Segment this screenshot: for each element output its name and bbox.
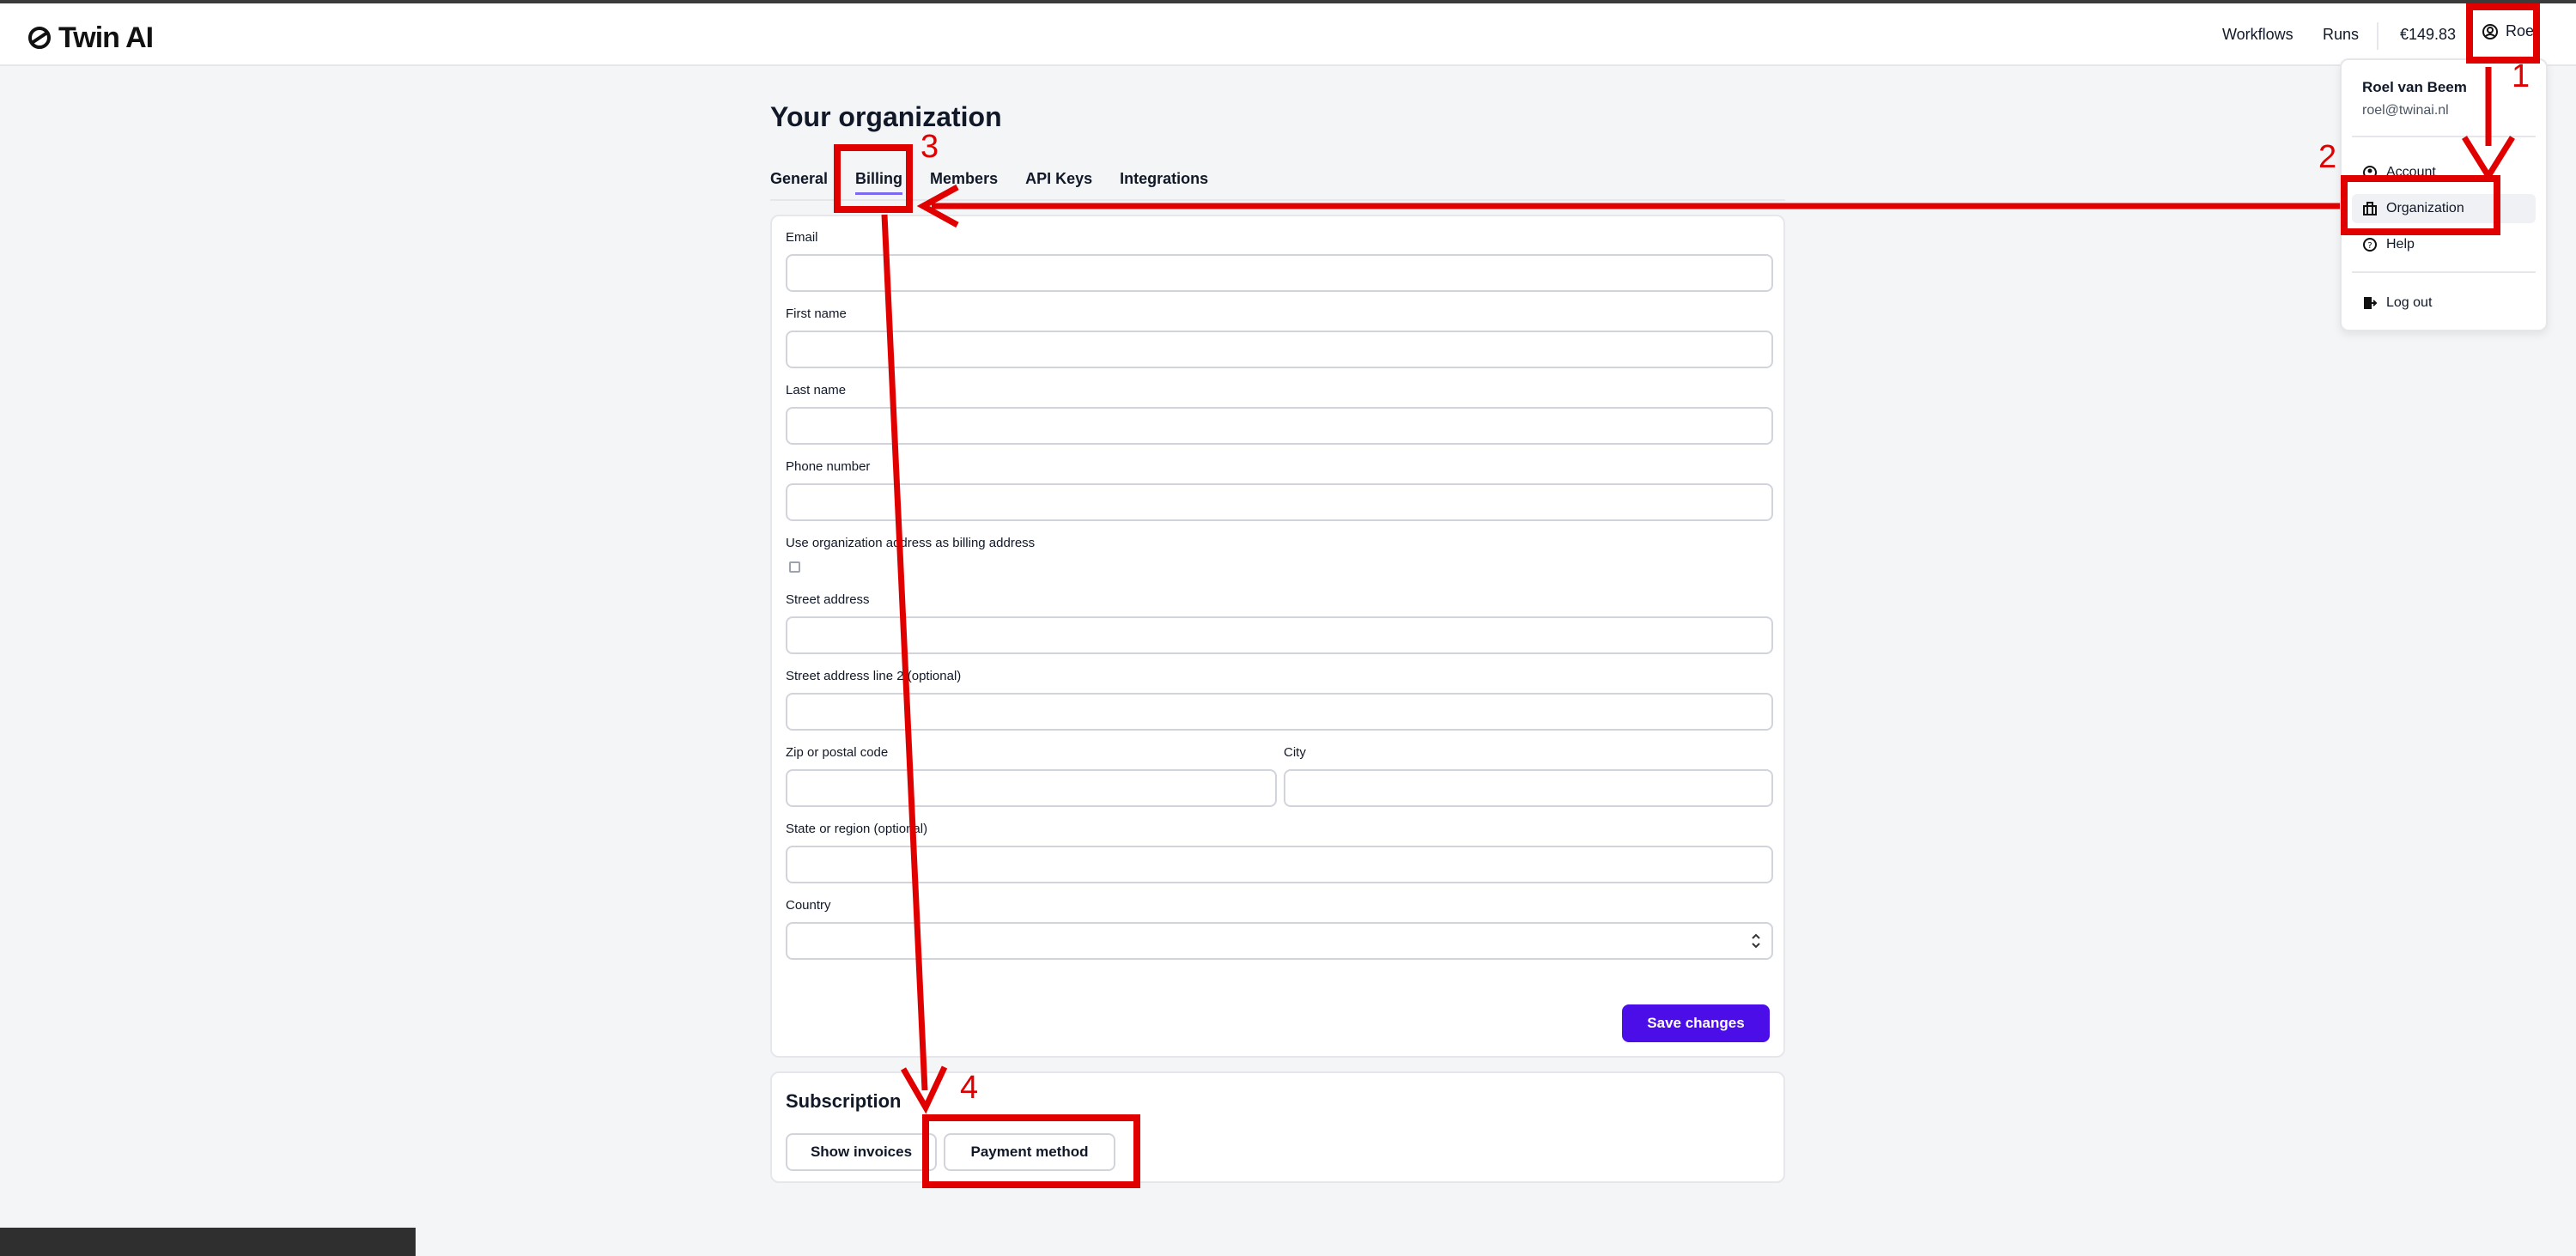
svg-text:?: ?: [2367, 241, 2372, 251]
street2-label: Street address line 2 (optional): [786, 669, 962, 683]
subscription-title: Subscription: [786, 1090, 902, 1112]
redacted-region: [0, 1228, 416, 1256]
credits-balance: €149.83: [2400, 26, 2457, 43]
street-label: Street address: [786, 592, 870, 607]
menu-divider: [2352, 271, 2536, 273]
user-name: Roel van Beem: [2362, 79, 2467, 95]
annotation-step-1: 1: [2512, 58, 2530, 94]
state-label: State or region (optional): [786, 822, 928, 836]
email-label: Email: [786, 230, 818, 245]
annotation-box-2: [2341, 175, 2500, 235]
tab-general[interactable]: General: [770, 170, 828, 195]
phone-field[interactable]: [786, 483, 1773, 521]
phone-label: Phone number: [786, 459, 871, 474]
annotation-box-1: [2466, 3, 2540, 64]
billing-form-card: Email First name Last name Phone number …: [770, 215, 1785, 1058]
city-field[interactable]: [1284, 769, 1773, 807]
last-name-label: Last name: [786, 383, 847, 397]
logo-text: Twin AI: [58, 21, 154, 54]
show-invoices-button[interactable]: Show invoices: [786, 1133, 937, 1171]
logout-icon: [2364, 297, 2378, 309]
use-org-address-checkbox[interactable]: [789, 561, 800, 573]
tabs-divider: [770, 199, 1785, 201]
email-field[interactable]: [786, 254, 1773, 292]
top-bar: Twin AI Workflows Runs €149.83 Roel: [0, 0, 2576, 66]
last-name-field[interactable]: [786, 407, 1773, 445]
first-name-label: First name: [786, 306, 847, 321]
first-name-field[interactable]: [786, 331, 1773, 368]
tab-integrations[interactable]: Integrations: [1120, 170, 1208, 195]
street2-field[interactable]: [786, 693, 1773, 731]
tab-members[interactable]: Members: [930, 170, 998, 195]
menu-divider: [2352, 136, 2536, 137]
menu-item-label: Log out: [2386, 295, 2433, 310]
twin-logo-icon: [28, 27, 51, 49]
save-changes-button[interactable]: Save changes: [1622, 1004, 1770, 1042]
nav-runs[interactable]: Runs: [2323, 26, 2359, 44]
annotation-box-3: [834, 144, 913, 213]
menu-item-label: Help: [2386, 237, 2415, 252]
state-field[interactable]: [786, 846, 1773, 883]
page-title: Your organization: [770, 101, 1002, 132]
nav-workflows[interactable]: Workflows: [2222, 26, 2293, 44]
annotation-step-3: 3: [920, 129, 939, 165]
street-field[interactable]: [786, 616, 1773, 654]
nav-divider: [2377, 22, 2379, 50]
help-circle-icon: ?: [2363, 238, 2377, 252]
tab-api-keys[interactable]: API Keys: [1025, 170, 1092, 195]
use-org-address-label: Use organization address as billing addr…: [786, 536, 1036, 550]
zip-field[interactable]: [786, 769, 1277, 807]
annotation-step-2: 2: [2318, 139, 2337, 175]
country-label: Country: [786, 898, 831, 913]
select-chevrons-icon: [1752, 933, 1760, 949]
annotation-step-4: 4: [960, 1070, 979, 1106]
zip-label: Zip or postal code: [786, 745, 889, 760]
user-email: roel@twinai.nl: [2362, 103, 2449, 118]
logo[interactable]: Twin AI: [27, 21, 154, 55]
city-label: City: [1284, 745, 1306, 760]
annotation-box-4: [922, 1114, 1140, 1188]
country-select[interactable]: [786, 922, 1773, 960]
menu-item-logout[interactable]: Log out: [2352, 288, 2536, 318]
